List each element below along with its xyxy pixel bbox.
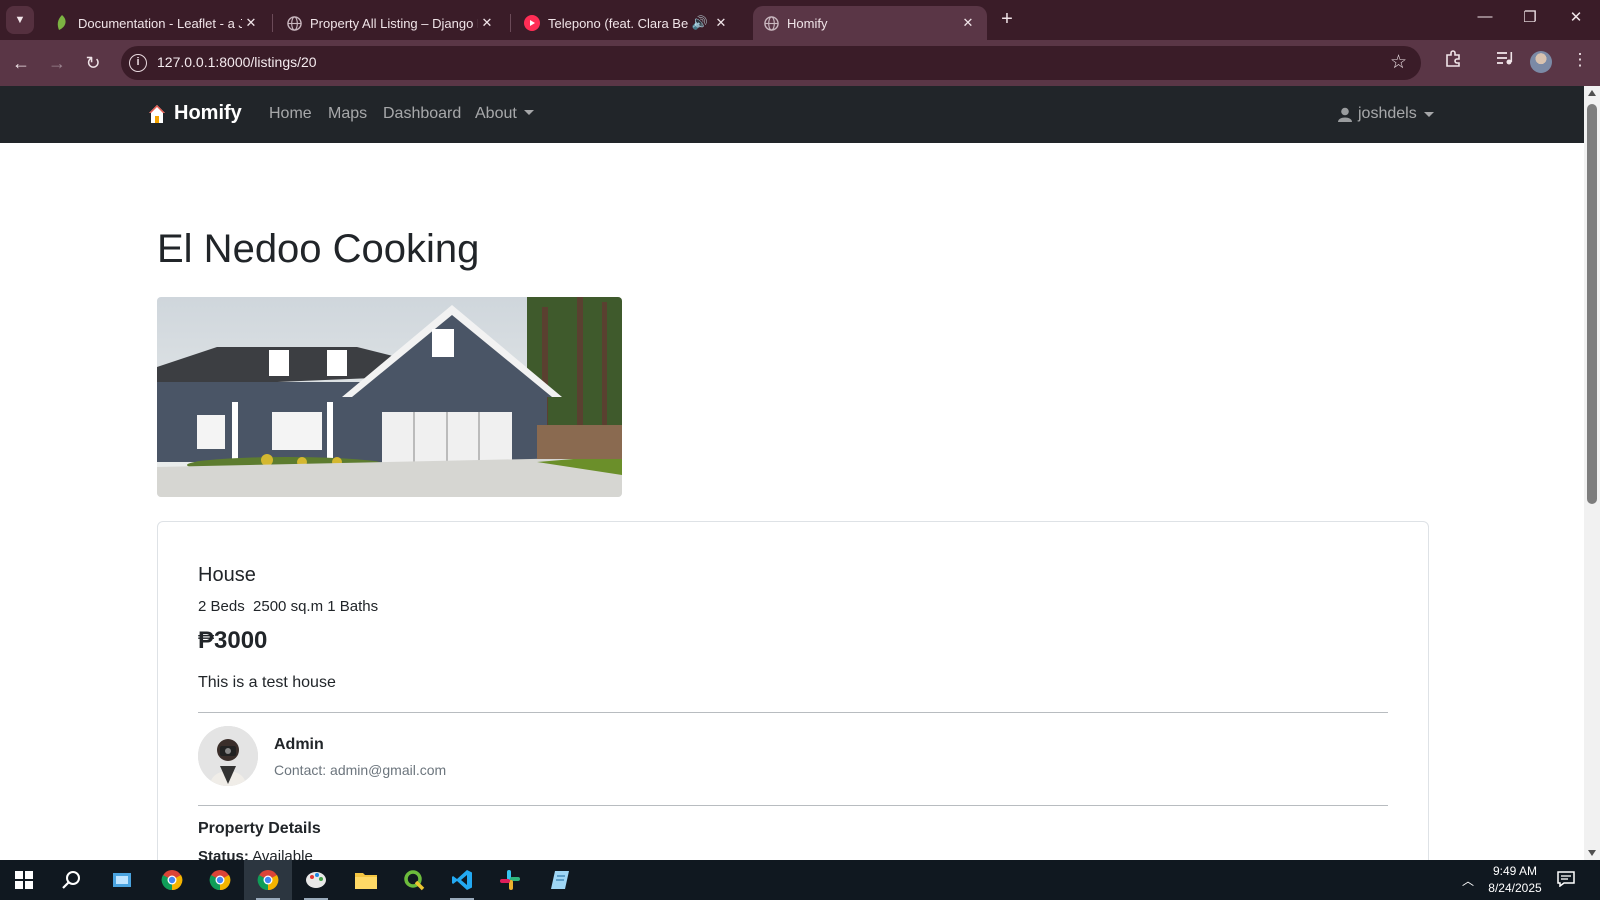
qgis-icon[interactable]	[390, 860, 438, 900]
user-icon	[1338, 107, 1352, 122]
property-price: ₱3000	[198, 627, 268, 654]
minimize-icon[interactable]: —	[1470, 8, 1500, 25]
page-scrollbar[interactable]	[1584, 86, 1600, 860]
browser-tab-strip: ▼ Documentation - Leaflet - a Jav ✕ Prop…	[0, 0, 1600, 40]
property-description: This is a test house	[198, 674, 336, 691]
status-line: Status: Available	[198, 848, 313, 860]
chevron-down-icon: ▼	[14, 14, 26, 26]
house-icon	[148, 104, 166, 124]
scroll-down-arrow-icon[interactable]	[1588, 850, 1596, 856]
site-info-icon[interactable]: i	[129, 54, 147, 72]
agent-name: Admin	[274, 736, 324, 753]
globe-icon	[763, 15, 779, 31]
listing-title: El Nedoo Cooking	[157, 227, 480, 271]
new-tab-button[interactable]: +	[995, 8, 1019, 32]
caret-down-icon	[523, 110, 534, 115]
close-icon[interactable]: ✕	[478, 15, 496, 31]
reload-icon[interactable]: ↻	[80, 50, 106, 76]
nav-maps-link[interactable]: Maps	[328, 105, 367, 123]
chrome-active-icon[interactable]	[244, 860, 292, 900]
nav-dashboard-link[interactable]: Dashboard	[383, 105, 461, 123]
clock-date: 8/24/2025	[1488, 881, 1542, 895]
scroll-thumb[interactable]	[1587, 104, 1597, 504]
tab-separator	[510, 14, 511, 32]
media-control-icon[interactable]	[1492, 50, 1518, 71]
tab-title: Telepono (feat. Clara Benin)	[548, 15, 688, 31]
chrome-icon[interactable]	[148, 860, 196, 900]
browser-tab-telepono[interactable]: Telepono (feat. Clara Benin) 🔊 ✕	[514, 6, 740, 40]
youtube-icon	[524, 15, 540, 31]
profile-avatar[interactable]	[1530, 51, 1552, 73]
scroll-up-arrow-icon[interactable]	[1588, 90, 1596, 96]
clock-time: 9:49 AM	[1492, 864, 1538, 878]
slack-icon[interactable]	[486, 860, 534, 900]
chrome-profile-icon[interactable]	[196, 860, 244, 900]
address-bar[interactable]: i 127.0.0.1:8000/listings/20 ☆	[121, 46, 1421, 80]
search-icon[interactable]	[48, 860, 96, 900]
status-label: Status:	[198, 848, 249, 860]
brand-name: Homify	[174, 102, 242, 124]
property-type: House	[198, 564, 256, 586]
extensions-icon[interactable]	[1440, 50, 1466, 73]
close-icon[interactable]: ✕	[242, 15, 260, 31]
windows-start-icon[interactable]	[0, 860, 48, 900]
close-icon[interactable]: ✕	[712, 15, 730, 31]
tab-title: Documentation - Leaflet - a Jav	[78, 15, 242, 31]
browser-tab-homify[interactable]: Homify ✕	[753, 6, 987, 40]
app-icon[interactable]	[98, 860, 146, 900]
tab-title: Property All Listing – Django RE	[310, 15, 478, 31]
tab-title: Homify	[787, 15, 828, 31]
listing-page: El Nedoo Cooking House 2 Beds 2500 sq.m …	[0, 143, 1584, 860]
listing-card: House 2 Beds 2500 sq.m 1 Baths ₱3000 Thi…	[157, 521, 1429, 860]
property-details-heading: Property Details	[198, 820, 321, 837]
system-clock[interactable]: 9:49 AM 8/24/2025	[1480, 863, 1550, 897]
divider	[198, 712, 1388, 713]
close-icon[interactable]: ✕	[959, 15, 977, 31]
nav-about-label: About	[475, 105, 517, 122]
restore-icon[interactable]: ❐	[1515, 8, 1545, 26]
agent-avatar	[198, 726, 258, 786]
agent-contact: Contact: admin@gmail.com	[274, 762, 447, 778]
notification-icon[interactable]	[1557, 871, 1575, 888]
browser-tab-leaflet[interactable]: Documentation - Leaflet - a Jav ✕	[44, 6, 270, 40]
forward-arrow-icon[interactable]: →	[44, 50, 70, 76]
property-specs: 2 Beds 2500 sq.m 1 Baths	[198, 598, 379, 615]
brand-link[interactable]: Homify	[148, 102, 242, 125]
speaker-icon[interactable]: 🔊	[688, 15, 712, 31]
browser-tab-property-listing[interactable]: Property All Listing – Django RE ✕	[276, 6, 506, 40]
vscode-icon[interactable]	[438, 860, 486, 900]
status-value: Available	[252, 848, 313, 860]
bookmark-star-icon[interactable]: ☆	[1390, 51, 1407, 74]
tab-search-button[interactable]: ▼	[6, 6, 34, 34]
nav-home-link[interactable]: Home	[269, 105, 312, 123]
paint-icon[interactable]	[292, 860, 340, 900]
listing-photo	[157, 297, 622, 497]
site-navbar: Homify Home Maps Dashboard About joshdel…	[0, 86, 1584, 143]
caret-down-icon	[1423, 111, 1434, 117]
user-dropdown[interactable]: joshdels	[1338, 105, 1434, 123]
tab-separator	[272, 14, 273, 32]
windows-taskbar: ︿ 9:49 AM 8/24/2025	[0, 860, 1600, 900]
more-menu-icon[interactable]: ⋮	[1567, 50, 1593, 70]
username: joshdels	[1358, 105, 1417, 122]
back-arrow-icon[interactable]: ←	[8, 50, 34, 76]
nav-about-dropdown[interactable]: About	[475, 105, 534, 123]
browser-toolbar: ← → ↻ i 127.0.0.1:8000/listings/20 ☆ ⋮	[0, 40, 1600, 86]
file-explorer-icon[interactable]	[342, 860, 390, 900]
leaf-icon	[54, 15, 70, 31]
url-text[interactable]: 127.0.0.1:8000/listings/20	[157, 54, 317, 70]
chevron-up-icon[interactable]: ︿	[1462, 872, 1474, 889]
globe-icon	[286, 15, 302, 31]
divider	[198, 805, 1388, 806]
close-window-icon[interactable]: ✕	[1561, 8, 1591, 26]
notepad-icon[interactable]	[536, 860, 584, 900]
